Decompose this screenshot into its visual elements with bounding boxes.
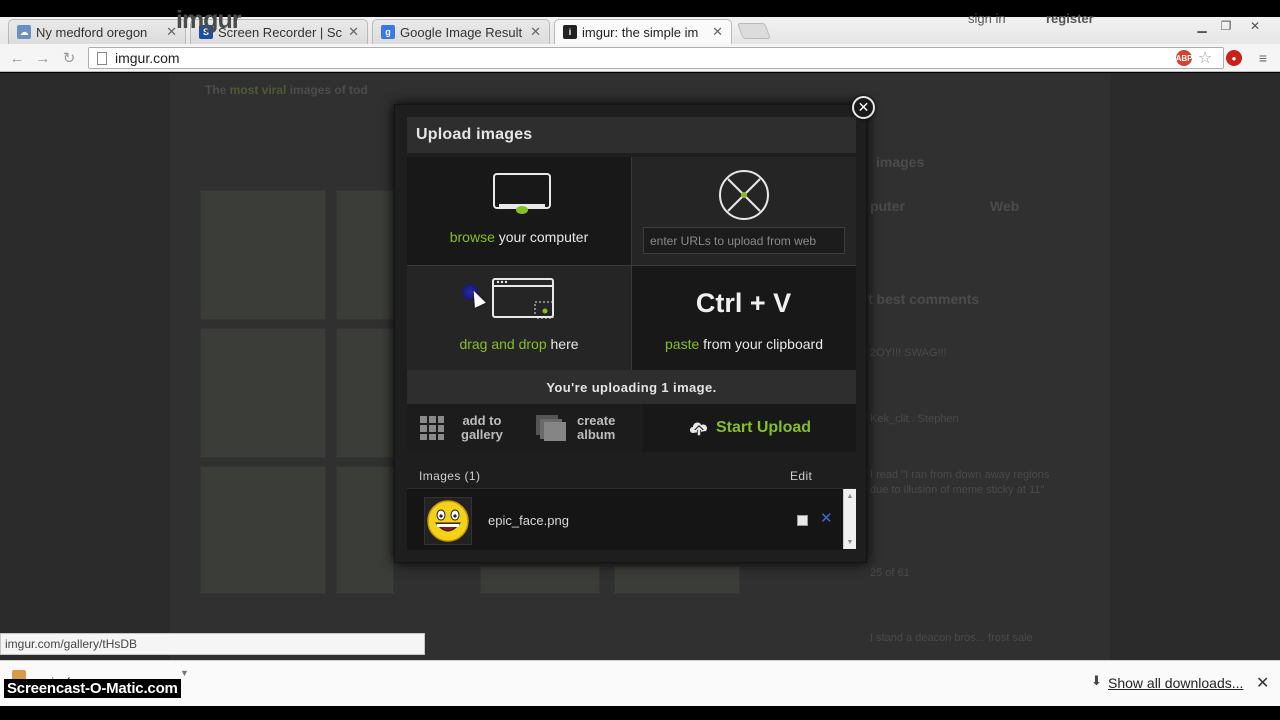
video-letterbox-bottom <box>0 706 1280 720</box>
edit-link[interactable]: Edit <box>790 469 812 483</box>
side-heading-comments: t best comments <box>868 291 980 307</box>
close-window-icon[interactable]: ✕ <box>1243 17 1267 35</box>
browser-toolbar: ← → ↻ imgur.com ABP ☆ ● ≡ <box>0 44 1280 72</box>
add-to-gallery-label: add to gallery <box>461 413 503 442</box>
paste-label: paste from your clipboard <box>665 336 823 352</box>
download-arrow-icon: ⬇ <box>1091 673 1102 688</box>
file-checkbox[interactable] <box>797 515 808 526</box>
gallery-thumbnail <box>336 190 394 320</box>
register-link: register <box>1046 11 1094 26</box>
address-bar[interactable]: imgur.com <box>88 47 1224 69</box>
create-album-button[interactable]: create album <box>535 404 635 452</box>
download-options-icon[interactable]: ▼ <box>180 668 189 678</box>
start-upload-button[interactable]: Start Upload <box>643 404 856 452</box>
gallery-thumbnail <box>614 566 740 594</box>
images-header: Images (1) Edit <box>407 464 856 486</box>
imgur-logo: imgur <box>176 6 241 34</box>
gallery-thumbnail <box>200 466 326 594</box>
google-icon: g <box>381 25 395 39</box>
menu-icon[interactable]: ≡ <box>1255 50 1271 66</box>
option-divider <box>631 157 632 370</box>
gallery-thumbnail <box>200 328 326 458</box>
gallery-thumbnail <box>480 566 600 594</box>
side-tab-computer: puter <box>870 198 905 214</box>
close-modal-button[interactable]: ✕ <box>852 96 875 119</box>
sign-in-link: sign in <box>968 11 1006 26</box>
tab-weather[interactable]: ☁ Ny medford oregon ✕ <box>8 19 186 44</box>
tab-google-image[interactable]: g Google Image Result ✕ <box>372 19 550 44</box>
modal-title: Upload images <box>407 117 856 153</box>
monitor-icon <box>493 173 551 214</box>
side-comment: 2OY!!! SWAG!!! <box>870 347 947 359</box>
side-heading-images: images <box>876 154 925 170</box>
minimize-icon[interactable]: ▁ <box>1190 17 1214 35</box>
scroll-down-icon[interactable]: ▼ <box>844 536 856 548</box>
epic-face-image <box>427 500 469 542</box>
url-input[interactable] <box>643 227 845 254</box>
recorder-watermark: Screencast-O-Matic.com <box>4 679 181 698</box>
side-comment: 25 of 61 <box>870 567 910 579</box>
images-count: Images (1) <box>419 469 481 483</box>
add-to-gallery-button[interactable]: add to gallery <box>419 404 519 452</box>
download-shelf: epic_face.png ▼ ⬇ Show all downloads... … <box>0 660 1280 706</box>
remove-file-icon[interactable]: ✕ <box>820 509 833 527</box>
extension-icon[interactable]: ● <box>1226 50 1242 66</box>
album-icon <box>536 415 566 441</box>
side-comment: I read "I ran from down away regions due… <box>870 469 1050 496</box>
file-name: epic_face.png <box>488 513 569 528</box>
close-tab-icon[interactable]: ✕ <box>348 24 359 40</box>
upload-actions: add to gallery create album Start Upload <box>407 404 856 452</box>
imgur-icon: i <box>563 25 577 39</box>
close-shelf-icon[interactable]: ✕ <box>1256 673 1269 693</box>
option-divider <box>407 265 856 266</box>
bookmark-star-icon[interactable]: ☆ <box>1197 50 1213 67</box>
page-tagline: The most viral images of tod <box>205 83 368 97</box>
images-scrollbar[interactable]: ▲ ▼ <box>843 489 856 549</box>
create-album-label: create album <box>577 413 616 442</box>
side-comment: Kek_clit.. Stephen <box>870 413 959 425</box>
new-tab-button[interactable] <box>737 23 771 39</box>
cloud-upload-icon <box>689 422 707 436</box>
back-icon[interactable]: ← <box>6 48 28 68</box>
file-thumbnail <box>424 497 472 545</box>
list-item: epic_face.png ✕ <box>407 489 843 549</box>
upload-status: You're uploading 1 image. <box>407 370 856 404</box>
side-tab-web: Web <box>990 198 1020 214</box>
restore-icon[interactable]: ❐ <box>1214 17 1238 35</box>
gallery-thumbnail <box>336 328 394 458</box>
images-list: epic_face.png ✕ ▲ ▼ <box>407 488 856 550</box>
tab-imgur[interactable]: i imgur: the simple im ✕ <box>554 19 732 44</box>
address-url: imgur.com <box>115 50 180 66</box>
drag-drop-option[interactable]: drag and drop here <box>407 266 631 370</box>
browse-label: browse your computer <box>449 229 589 245</box>
window-drop-icon <box>492 278 554 319</box>
paste-shortcut: Ctrl + V <box>695 288 792 318</box>
gallery-thumbnail <box>336 466 394 594</box>
close-tab-icon[interactable]: ✕ <box>530 24 541 40</box>
reload-icon[interactable]: ↻ <box>58 48 80 68</box>
upload-modal: Upload images browse your computer drag … <box>394 104 867 563</box>
forward-icon[interactable]: → <box>32 48 54 68</box>
adblock-icon[interactable]: ABP <box>1176 50 1192 66</box>
close-tab-icon[interactable]: ✕ <box>712 24 723 40</box>
side-comment: I stand a deacon bros... frost sale <box>870 632 1033 644</box>
gallery-thumbnail <box>200 190 326 320</box>
grid-icon <box>420 416 444 440</box>
show-all-downloads-link[interactable]: Show all downloads... <box>1108 675 1243 691</box>
scroll-up-icon[interactable]: ▲ <box>844 490 856 502</box>
status-bar-url: imgur.com/gallery/tHsDB <box>0 633 425 655</box>
drag-drop-label: drag and drop here <box>459 336 579 352</box>
browse-computer-option[interactable]: browse your computer <box>407 157 631 265</box>
globe-icon <box>719 170 769 220</box>
start-upload-label: Start Upload <box>715 419 812 436</box>
page-icon <box>97 51 107 65</box>
weather-icon: ☁ <box>17 25 31 39</box>
